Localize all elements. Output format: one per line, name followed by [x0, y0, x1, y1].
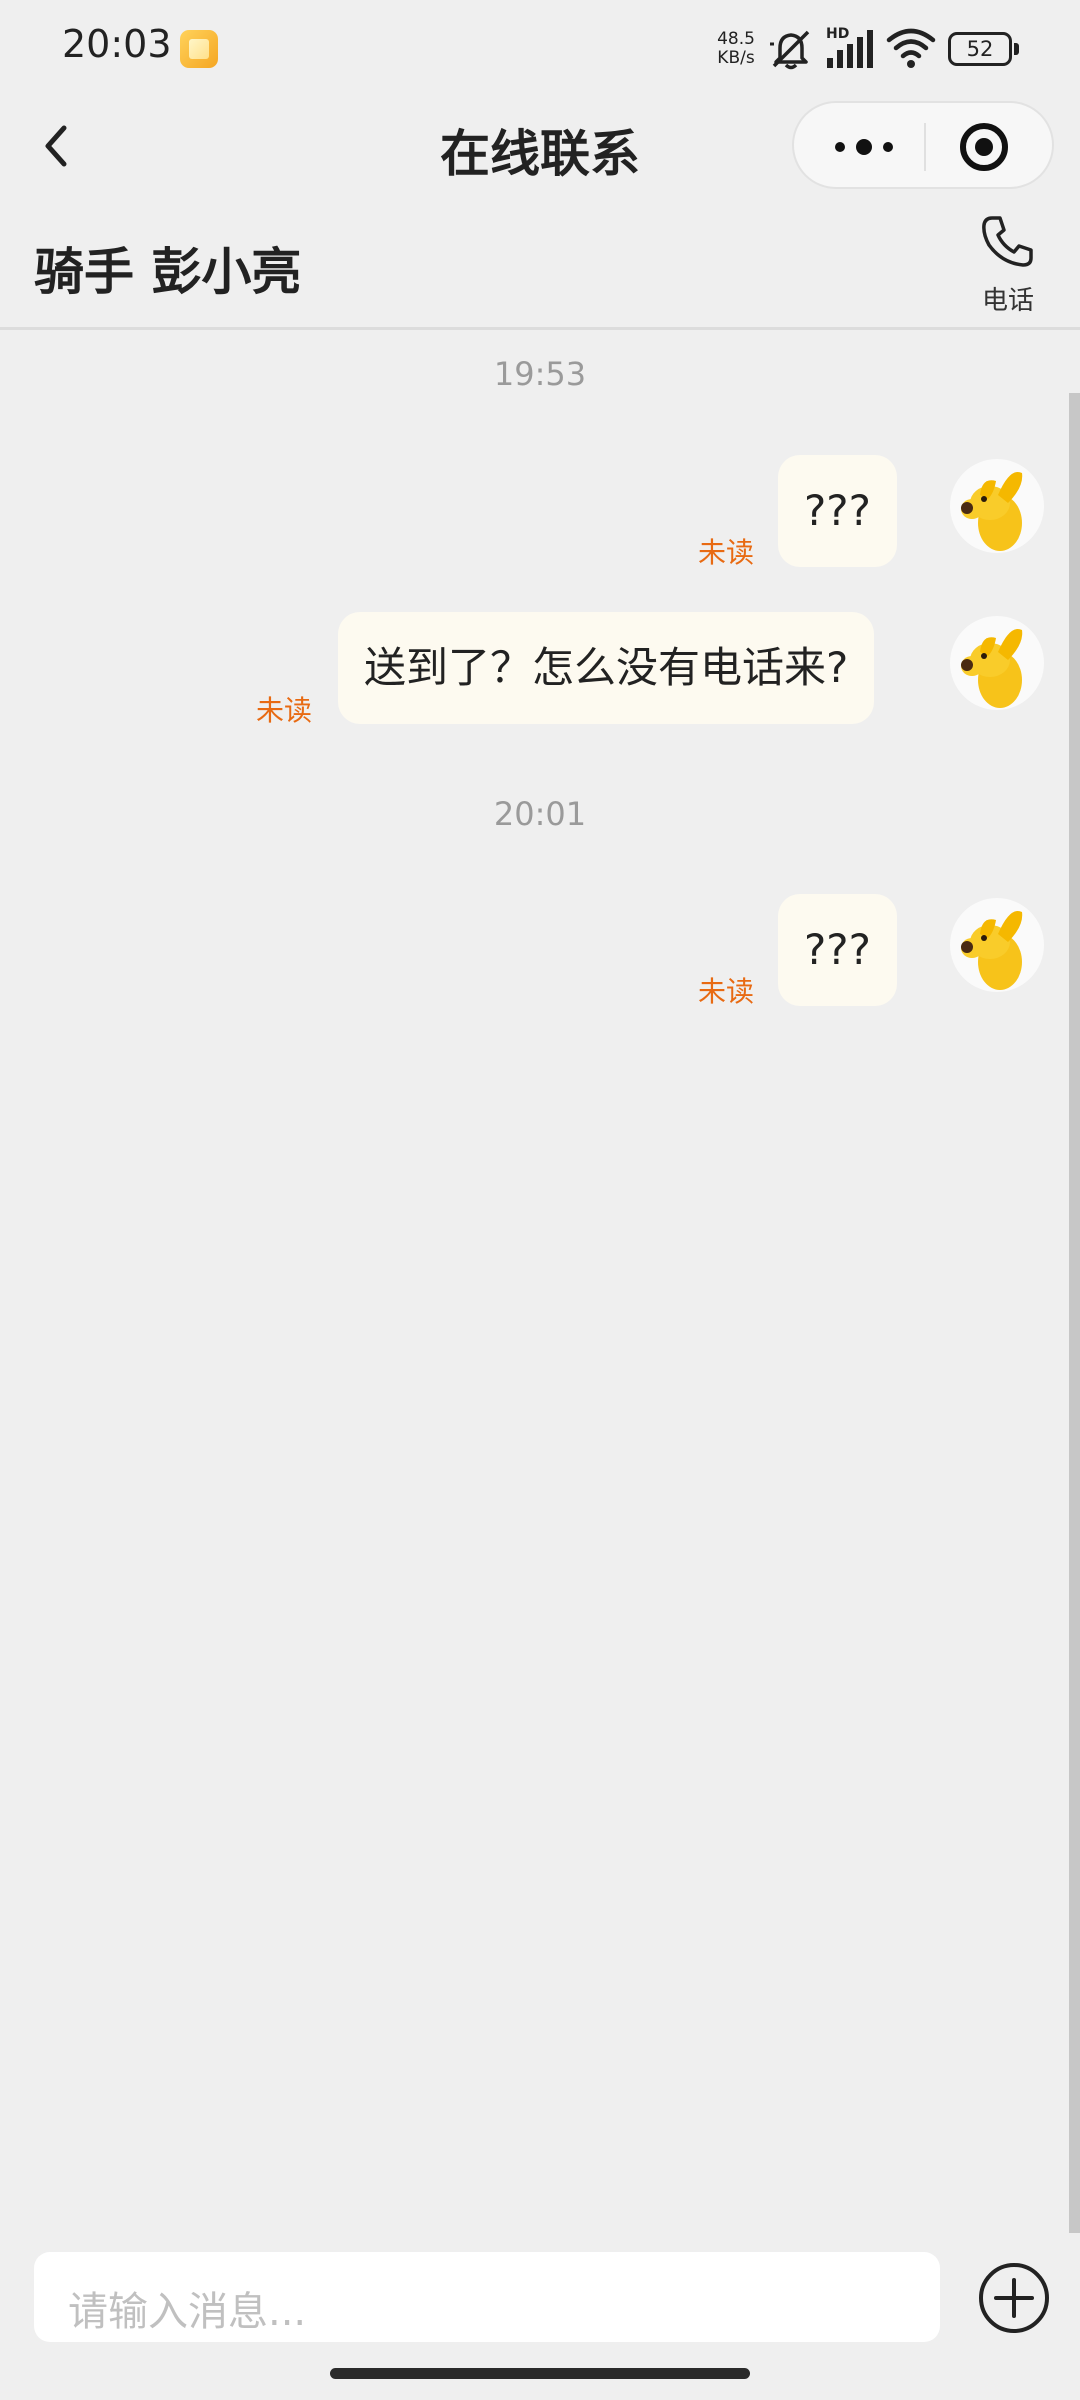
- network-speed: 48.5 KB/s: [712, 30, 760, 68]
- battery-icon: 52: [948, 32, 1020, 66]
- phone-icon: [982, 216, 1033, 267]
- status-time: 20:03: [62, 22, 172, 66]
- avatar[interactable]: [950, 459, 1044, 553]
- dog-avatar-icon: [961, 628, 1023, 708]
- mute-icon: [770, 30, 810, 70]
- nav-bar: 在线联系: [0, 96, 1080, 196]
- network-speed-unit: KB/s: [717, 48, 755, 68]
- miniprogram-capsule: [792, 101, 1054, 189]
- time-divider: 20:01: [493, 795, 587, 833]
- app-notification-icon: [180, 30, 218, 68]
- message-input[interactable]: [34, 2252, 940, 2342]
- call-label: 电话: [981, 286, 1034, 316]
- chat-area: 19:53 未读 ??? 未读 送到了？怎么没有电话来? 20:01 未读 ??…: [0, 333, 1080, 2233]
- unread-status: 未读: [698, 975, 755, 1008]
- input-bar: [0, 2236, 1080, 2400]
- unread-status: 未读: [698, 536, 755, 569]
- dog-avatar-icon: [961, 471, 1023, 551]
- status-bar: 20:03 48.5 KB/s HD 52: [0, 0, 1080, 96]
- time-divider: 19:53: [493, 355, 587, 393]
- avatar[interactable]: [950, 898, 1044, 992]
- battery-level: 52: [948, 32, 1012, 66]
- plus-circle-icon[interactable]: [976, 2260, 1052, 2336]
- avatar[interactable]: [950, 616, 1044, 710]
- unread-status: 未读: [256, 694, 313, 727]
- back-button[interactable]: [30, 118, 86, 174]
- more-dots-icon[interactable]: [816, 121, 912, 173]
- message-bubble[interactable]: 送到了？怎么没有电话来?: [338, 612, 875, 724]
- wifi-icon: [886, 28, 936, 68]
- rider-name: 骑手 彭小亮: [34, 243, 302, 301]
- message-bubble[interactable]: ???: [778, 894, 897, 1006]
- capsule-divider: [924, 123, 926, 171]
- rider-header: 骑手 彭小亮 电话: [0, 196, 1080, 330]
- scrollbar[interactable]: [1069, 393, 1080, 2233]
- message-bubble[interactable]: ???: [778, 455, 897, 567]
- home-indicator[interactable]: [330, 2368, 750, 2379]
- dog-avatar-icon: [961, 910, 1023, 990]
- call-button[interactable]: 电话: [960, 212, 1056, 318]
- network-speed-value: 48.5: [717, 29, 755, 49]
- target-circle-icon[interactable]: [952, 115, 1016, 179]
